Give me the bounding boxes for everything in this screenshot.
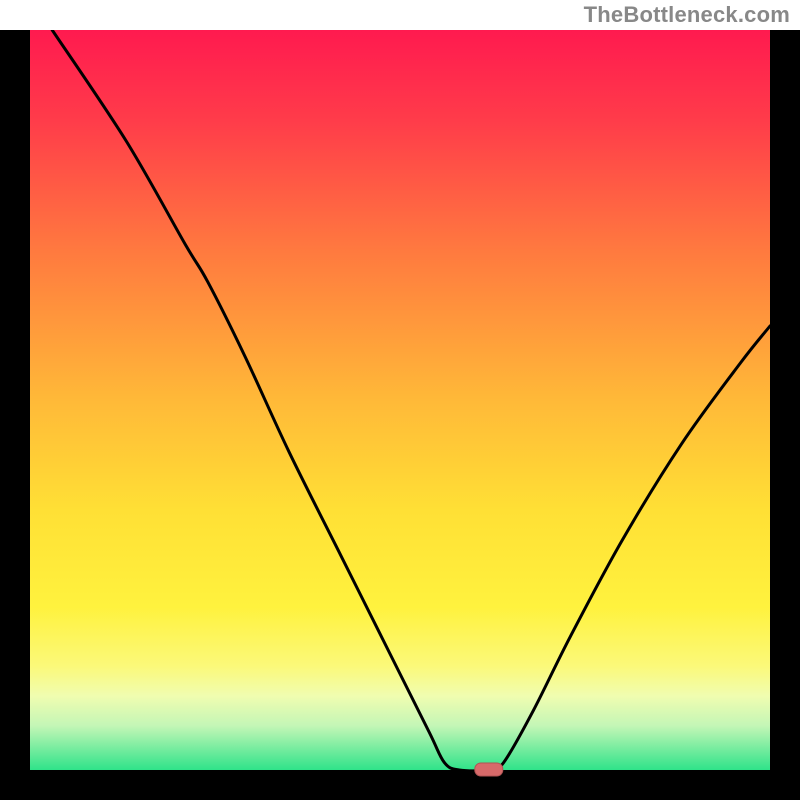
chart-wrapper: TheBottleneck.com [0,0,800,800]
watermark-text: TheBottleneck.com [584,2,790,28]
chart-plot-area [30,30,770,770]
bottleneck-chart [0,30,800,800]
optimal-marker [475,763,503,776]
